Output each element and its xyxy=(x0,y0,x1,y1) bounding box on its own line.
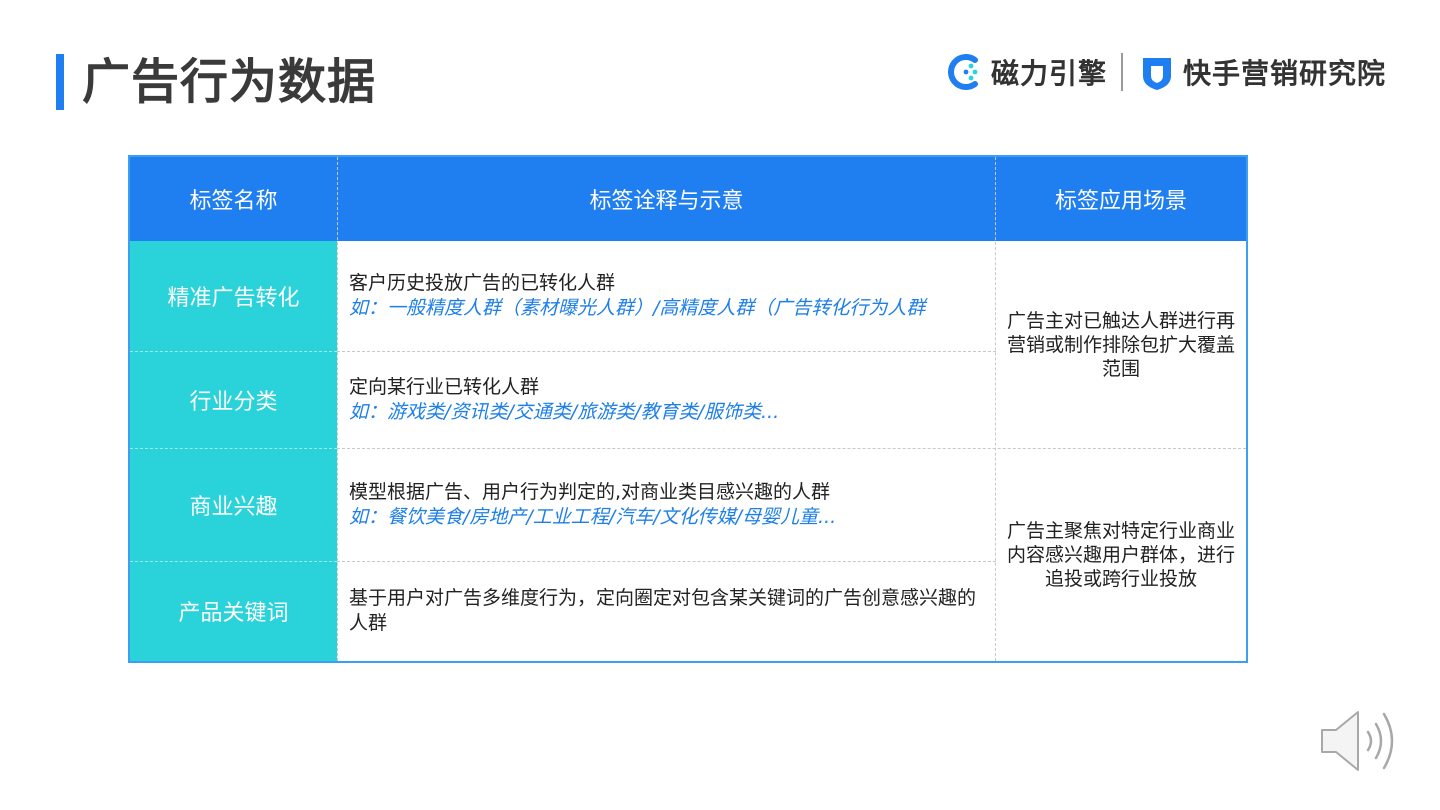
logo-area: 磁力引擎 快手营销研究院 xyxy=(945,50,1386,94)
grid-line xyxy=(995,157,996,661)
kuaishou-research-logo-text: 快手营销研究院 xyxy=(1182,57,1386,90)
header-tag-scene: 标签应用场景 xyxy=(996,157,1246,241)
desc-text: 模型根据广告、用户行为判定的,对商业类目感兴趣的人群 xyxy=(349,480,831,503)
desc-text: 基于用户对广告多维度行为，定向圈定对包含某关键词的广告创意感兴趣的人群 xyxy=(349,587,977,634)
kuaishou-shield-logo-icon xyxy=(1142,58,1171,90)
grid-line xyxy=(337,351,996,352)
row-desc-business-interest: 模型根据广告、用户行为判定的,对商业类目感兴趣的人群 如：餐饮美食/房地产/工业… xyxy=(339,448,995,561)
row-desc-product-keyword: 基于用户对广告多维度行为，定向圈定对包含某关键词的广告创意感兴趣的人群 xyxy=(339,561,995,661)
grid-line xyxy=(130,448,337,449)
logo-divider xyxy=(1120,53,1123,91)
row-desc-precise-conversion: 客户历史投放广告的已转化人群 如：一般精度人群（素材曝光人群）/高精度人群（广告… xyxy=(339,241,995,351)
row-label-precise-conversion: 精准广告转化 xyxy=(130,241,337,351)
header-tag-name: 标签名称 xyxy=(130,157,337,241)
desc-example: 如：一般精度人群（素材曝光人群）/高精度人群（广告转化行为人群 xyxy=(349,297,926,319)
magnet-engine-logo-icon xyxy=(948,54,978,90)
scene-industry-targeting: 广告主聚焦对特定行业商业内容感兴趣用户群体，进行追投或跨行业投放 xyxy=(1006,519,1235,590)
row-desc-industry: 定向某行业已转化人群 如：游戏类/资讯类/交通类/旅游类/教育类/服饰类... xyxy=(339,351,995,448)
grid-line xyxy=(337,448,1246,449)
title-accent-bar xyxy=(56,54,64,110)
slide: 广告行为数据 磁力引擎 快手营销研究院 标签名称 标签诠释与示意 标签应用场景 … xyxy=(0,0,1440,810)
grid-line xyxy=(130,351,337,352)
tag-table: 标签名称 标签诠释与示意 标签应用场景 精准广告转化 行业分类 商业兴趣 产品关… xyxy=(128,155,1248,663)
desc-text: 定向某行业已转化人群 xyxy=(349,375,540,398)
row-label-business-interest: 商业兴趣 xyxy=(130,448,337,561)
grid-line xyxy=(337,561,996,562)
row-label-product-keyword: 产品关键词 xyxy=(130,561,337,661)
speaker-icon[interactable] xyxy=(1318,706,1408,776)
grid-line xyxy=(337,157,338,661)
desc-example: 如：游戏类/资讯类/交通类/旅游类/教育类/服饰类... xyxy=(349,400,780,423)
row-label-industry: 行业分类 xyxy=(130,351,337,448)
magnet-engine-logo-text: 磁力引擎 xyxy=(990,57,1107,90)
scene-remarketing: 广告主对已触达人群进行再营销或制作排除包扩大覆盖范围 xyxy=(1006,309,1235,380)
desc-example: 如：餐饮美食/房地产/工业工程/汽车/文化传媒/母婴儿童... xyxy=(349,505,837,528)
desc-text: 客户历史投放广告的已转化人群 xyxy=(349,272,616,294)
grid-line xyxy=(130,561,337,562)
header-tag-desc: 标签诠释与示意 xyxy=(337,157,996,241)
page-title: 广告行为数据 xyxy=(82,54,377,110)
